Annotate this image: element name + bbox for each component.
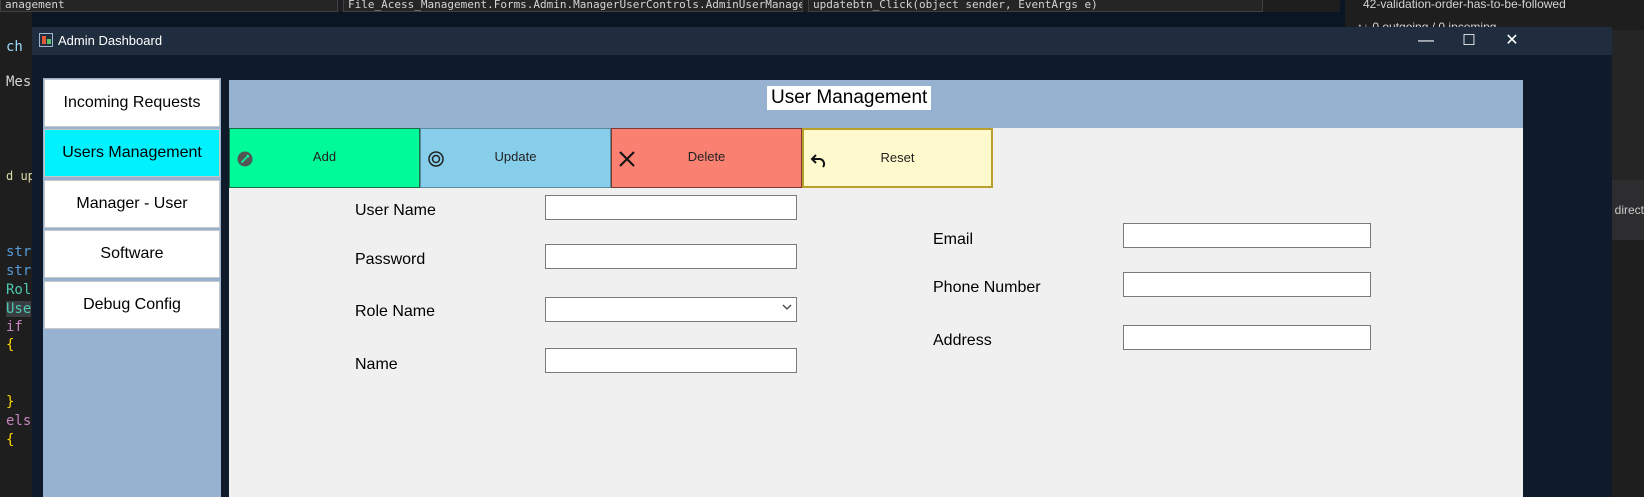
window-titlebar[interactable]: Admin Dashboard — ☐ ✕	[32, 27, 1612, 55]
name-field[interactable]	[545, 348, 797, 373]
email-label: Email	[933, 231, 974, 248]
code-line: str	[6, 263, 32, 279]
add-icon	[236, 150, 254, 168]
code-line: d up	[6, 169, 32, 183]
code-line: }	[6, 394, 15, 410]
sidebar-item-debug-config[interactable]: Debug Config	[44, 281, 220, 329]
delete-button-label: Delete	[687, 149, 726, 164]
delete-button[interactable]: Delete	[611, 128, 802, 188]
code-line: ch (	[6, 39, 32, 55]
git-branch-name: 42-validation-order-has-to-be-followed	[1363, 0, 1566, 11]
add-button[interactable]: Add	[229, 128, 420, 188]
code-line: els	[6, 413, 32, 429]
sidebar-item-software[interactable]: Software	[44, 230, 220, 278]
name-label: Name	[355, 356, 398, 373]
add-button-label: Add	[312, 149, 337, 164]
sidebar-item-manager-user[interactable]: Manager - User	[44, 180, 220, 228]
user-management-panel: User Management Add Update Delete Reset …	[229, 80, 1523, 497]
phone-number-field[interactable]	[1123, 272, 1371, 297]
role-name-dropdown[interactable]	[545, 297, 797, 322]
update-button[interactable]: Update	[420, 128, 611, 188]
address-label: Address	[933, 332, 992, 349]
code-line: Rol	[6, 282, 32, 298]
code-line: {	[6, 337, 15, 353]
page-title: User Management	[767, 86, 932, 110]
ide-class-combo[interactable]: File_Acess_Management.Forms.Admin.Manage…	[343, 0, 803, 12]
undo-icon	[810, 151, 828, 169]
code-line: str	[6, 244, 32, 260]
email-field[interactable]	[1123, 223, 1371, 248]
reset-button[interactable]: Reset	[802, 128, 993, 188]
ide-toolbar: anagement File_Acess_Management.Forms.Ad…	[0, 0, 1340, 12]
ide-project-combo[interactable]: anagement	[0, 0, 338, 12]
address-field[interactable]	[1123, 325, 1371, 350]
code-line: Mes	[6, 74, 32, 90]
close-x-icon	[618, 150, 636, 168]
password-label: Password	[355, 251, 426, 268]
app-icon	[39, 33, 53, 47]
reset-button-label: Reset	[880, 150, 915, 165]
ide-method-combo[interactable]: updatebtn_Click(object sender, EventArgs…	[808, 0, 1263, 12]
user-name-label: User Name	[355, 202, 436, 219]
update-button-label: Update	[494, 149, 537, 164]
phone-number-label: Phone Number	[933, 279, 1041, 296]
code-line: if	[6, 319, 23, 335]
sidebar-item-users-management[interactable]: Users Management	[44, 129, 220, 177]
sidebar-item-incoming-requests[interactable]: Incoming Requests	[44, 79, 220, 127]
chevron-down-icon	[782, 302, 792, 315]
maximize-button[interactable]: ☐	[1447, 27, 1491, 55]
minimize-button[interactable]: —	[1404, 27, 1448, 55]
header-band: User Management	[229, 80, 1523, 128]
code-line: Use	[6, 301, 32, 317]
ide-code-editor: ch ( Mes d up str str Rol Use if { } els…	[0, 12, 32, 497]
update-icon	[427, 150, 445, 168]
code-line: {	[6, 432, 15, 448]
user-name-field[interactable]	[545, 195, 797, 220]
sidebar: Incoming Requests Users Management Manag…	[43, 78, 221, 497]
close-button[interactable]: ✕	[1490, 27, 1534, 55]
window-title: Admin Dashboard	[58, 33, 163, 48]
password-field[interactable]	[545, 244, 797, 269]
role-name-label: Role Name	[355, 303, 436, 320]
